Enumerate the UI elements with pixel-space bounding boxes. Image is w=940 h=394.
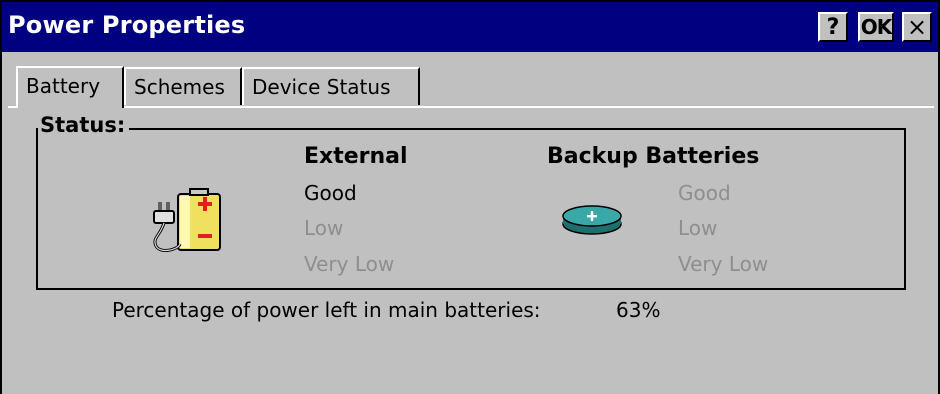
title-bar[interactable]: Power Properties ? OK × bbox=[2, 2, 938, 52]
external-good: Good bbox=[304, 181, 357, 205]
power-properties-window: Power Properties ? OK × Battery Schemes … bbox=[0, 0, 940, 394]
ac-plug-battery-icon bbox=[153, 188, 221, 252]
tab-schemes-label: Schemes bbox=[134, 75, 225, 99]
backup-very-low: Very Low bbox=[678, 252, 769, 276]
external-low: Low bbox=[304, 216, 344, 240]
tab-battery-label: Battery bbox=[26, 74, 101, 98]
tab-panel-border bbox=[8, 106, 934, 108]
status-group-label: Status: bbox=[38, 113, 130, 137]
help-button[interactable]: ? bbox=[818, 12, 848, 42]
main-battery-percentage: 63% bbox=[616, 298, 661, 322]
backup-heading: Backup Batteries bbox=[547, 144, 760, 169]
ok-button[interactable]: OK bbox=[858, 12, 894, 42]
external-very-low: Very Low bbox=[304, 252, 395, 276]
tab-schemes[interactable]: Schemes bbox=[124, 67, 242, 105]
close-button[interactable]: × bbox=[902, 12, 932, 42]
backup-low: Low bbox=[678, 216, 718, 240]
window-title: Power Properties bbox=[8, 11, 246, 39]
main-battery-label: Percentage of power left in main batteri… bbox=[112, 298, 541, 322]
external-heading: External bbox=[304, 144, 408, 169]
coin-cell-battery-icon bbox=[562, 205, 622, 235]
tab-battery[interactable]: Battery bbox=[16, 66, 124, 108]
backup-good: Good bbox=[678, 181, 731, 205]
tab-device-status[interactable]: Device Status bbox=[242, 67, 420, 105]
tab-device-status-label: Device Status bbox=[252, 75, 391, 99]
